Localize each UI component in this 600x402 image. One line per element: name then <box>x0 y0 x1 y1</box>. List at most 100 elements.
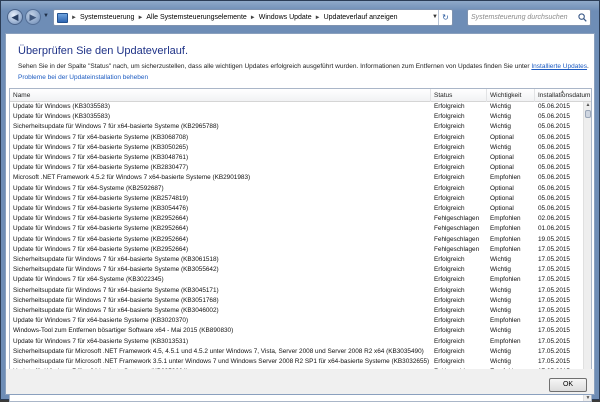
table-row[interactable]: Microsoft .NET Framework 4.5.2 für Windo… <box>10 173 586 183</box>
cell-status: Erfolgreich <box>434 174 465 182</box>
breadcrumb-separator-icon[interactable]: ► <box>315 15 321 21</box>
table-row[interactable]: Update für Windows (KB3035583) Erfolgreic… <box>10 102 586 112</box>
cell-name: Microsoft .NET Framework 4.5.2 für Windo… <box>13 174 251 182</box>
cell-status: Erfolgreich <box>434 143 465 151</box>
cell-status: Erfolgreich <box>434 327 465 335</box>
breadcrumb-separator-icon[interactable]: ► <box>137 15 143 21</box>
cell-priority: Wichtig <box>490 307 511 314</box>
cell-status: Erfolgreich <box>434 337 465 345</box>
cell-name: Sicherheitsupdate für Windows 7 für x64-… <box>13 266 219 274</box>
cell-name: Windows-Tool zum Entfernen bösartiger So… <box>13 327 234 335</box>
cell-priority: Empfohlen <box>490 276 521 284</box>
table-row[interactable]: Update für Windows 7 für x64-basierte Sy… <box>10 163 586 173</box>
table-row[interactable]: Update für Windows 7 für x64-basierte Sy… <box>10 337 586 347</box>
table-row[interactable]: Update für Windows 7 für x64-Systeme (KB… <box>10 184 586 194</box>
cell-priority: Wichtig <box>490 358 511 365</box>
content-pane: Überprüfen Sie den Updateverlauf. Sehen … <box>5 33 595 402</box>
breadcrumb-windows-update[interactable]: Windows Update <box>259 14 312 21</box>
refresh-icon[interactable]: ↻ <box>438 10 452 25</box>
cell-name: Update für Windows 7 für x64-basierte Sy… <box>13 194 189 202</box>
cell-status: Erfolgreich <box>434 184 465 192</box>
search-placeholder: Systemsteuerung durchsuchen <box>471 14 568 21</box>
update-history-table: Name Status Wichtigkeit Installationsdat… <box>9 88 592 402</box>
breadcrumb-updateverlauf[interactable]: Updateverlauf anzeigen <box>324 14 398 21</box>
cell-priority: Wichtig <box>490 347 511 355</box>
table-row[interactable]: Sicherheitsupdate für Windows 7 für x64-… <box>10 122 586 132</box>
table-row[interactable]: Sicherheitsupdate für Windows 7 für x64-… <box>10 306 586 316</box>
table-row[interactable]: Sicherheitsupdate für Windows 7 für x64-… <box>10 265 586 275</box>
search-icon[interactable] <box>578 13 587 22</box>
installed-updates-link[interactable]: Installierte Updates <box>531 63 587 70</box>
cell-status: Erfolgreich <box>434 286 465 294</box>
table-row[interactable]: Sicherheitsupdate für Microsoft .NET Fra… <box>10 357 586 367</box>
cell-priority: Optional <box>490 133 514 141</box>
table-row[interactable]: Update für Windows 7 für x64-basierte Sy… <box>10 204 586 214</box>
back-arrow-icon[interactable]: ◀ <box>7 9 23 25</box>
sort-descending-icon: ▲ <box>560 89 565 95</box>
table-header: Name Status Wichtigkeit Installationsdat… <box>10 89 591 102</box>
cell-priority: Optional <box>490 154 514 161</box>
cell-name: Update für Windows (KB3035583) <box>13 103 110 110</box>
scroll-up-icon[interactable]: ▲ <box>584 102 591 109</box>
cell-status: Fehlgeschlagen <box>434 215 480 223</box>
table-row[interactable]: Update für Windows 7 für x64-basierte Sy… <box>10 316 586 326</box>
table-row[interactable]: Update für Windows 7 für x64-basierte Sy… <box>10 194 586 204</box>
cell-name: Update für Windows 7 für x64-Systeme (KB… <box>13 276 164 284</box>
forward-arrow-icon[interactable]: ▶ <box>25 9 41 25</box>
cell-priority: Wichtig <box>490 286 511 294</box>
column-header-priority[interactable]: Wichtigkeit <box>487 89 535 102</box>
cell-name: Update für Windows 7 für x64-basierte Sy… <box>13 235 189 243</box>
table-row[interactable]: Update für Windows 7 für x64-basierte Sy… <box>10 224 586 234</box>
cell-priority: Empfohlen <box>490 174 521 182</box>
cell-status: Erfolgreich <box>434 266 465 274</box>
cell-priority: Wichtig <box>490 266 511 274</box>
troubleshoot-link[interactable]: Probleme bei der Updateinstallation behe… <box>18 74 148 81</box>
cell-priority: Optional <box>490 164 514 172</box>
ok-button[interactable]: OK <box>549 378 587 392</box>
breadcrumb-alle-elemente[interactable]: Alle Systemsteuerungselemente <box>146 14 246 21</box>
cell-status: Erfolgreich <box>434 256 465 263</box>
cell-priority: Wichtig <box>490 296 511 304</box>
table-row[interactable]: Sicherheitsupdate für Windows 7 für x64-… <box>10 255 586 265</box>
scroll-down-icon[interactable]: ▼ <box>584 395 591 401</box>
table-row[interactable]: Update für Windows 7 für x64-basierte Sy… <box>10 245 586 255</box>
cell-name: Sicherheitsupdate für Windows 7 für x64-… <box>13 307 219 314</box>
cell-status: Erfolgreich <box>434 123 465 131</box>
column-header-name[interactable]: Name <box>10 89 431 102</box>
cell-status: Erfolgreich <box>434 276 465 284</box>
breadcrumb-separator-icon[interactable]: ► <box>250 15 256 21</box>
cell-status: Erfolgreich <box>434 154 465 161</box>
table-row[interactable]: Update für Windows (KB3035583) Erfolgreic… <box>10 112 586 122</box>
breadcrumb-systemsteuerung[interactable]: Systemsteuerung <box>80 14 134 21</box>
cell-name: Update für Windows 7 für x64-basierte Sy… <box>13 143 189 151</box>
table-row[interactable]: Update für Windows 7 für x64-basierte Sy… <box>10 153 586 163</box>
recent-pages-chevron-icon[interactable]: ▼ <box>43 13 51 21</box>
cell-priority: Wichtig <box>490 143 511 151</box>
table-row[interactable]: Sicherheitsupdate für Microsoft .NET Fra… <box>10 347 586 357</box>
page-title: Überprüfen Sie den Updateverlauf. <box>18 45 188 57</box>
breadcrumb-separator-icon[interactable]: ► <box>71 15 77 21</box>
scroll-thumb[interactable] <box>585 110 591 118</box>
address-bar[interactable]: ► Systemsteuerung ► Alle Systemsteuerung… <box>53 9 453 26</box>
table-row[interactable]: Sicherheitsupdate für Windows 7 für x64-… <box>10 296 586 306</box>
cell-priority: Wichtig <box>490 256 511 263</box>
table-row[interactable]: Update für Windows 7 für x64-basierte Sy… <box>10 235 586 245</box>
table-row[interactable]: Update für Windows 7 für x64-basierte Sy… <box>10 133 586 143</box>
cell-status: Erfolgreich <box>434 317 465 325</box>
cell-name: Update für Windows 7 für x64-basierte Sy… <box>13 205 189 212</box>
table-row[interactable]: Windows-Tool zum Entfernen bösartiger So… <box>10 326 586 336</box>
search-input[interactable]: Systemsteuerung durchsuchen <box>467 9 591 26</box>
cell-name: Update für Windows (KB3035583) <box>13 113 110 121</box>
page-description: Sehen Sie in der Spalte "Status" nach, u… <box>18 63 589 70</box>
table-row[interactable]: Update für Windows 7 für x64-basierte Sy… <box>10 214 586 224</box>
cell-status: Erfolgreich <box>434 164 465 172</box>
vertical-scrollbar[interactable]: ▲ ▼ <box>583 102 591 401</box>
table-row[interactable]: Sicherheitsupdate für Windows 7 für x64-… <box>10 286 586 296</box>
table-row[interactable]: Update für Windows 7 für x64-basierte Sy… <box>10 143 586 153</box>
column-header-status[interactable]: Status <box>431 89 487 102</box>
cell-status: Fehlgeschlagen <box>434 235 480 243</box>
cell-status: Fehlgeschlagen <box>434 245 480 253</box>
cell-priority: Empfohlen <box>490 337 521 345</box>
cell-priority: Empfohlen <box>490 235 521 243</box>
table-row[interactable]: Update für Windows 7 für x64-Systeme (KB… <box>10 275 586 285</box>
